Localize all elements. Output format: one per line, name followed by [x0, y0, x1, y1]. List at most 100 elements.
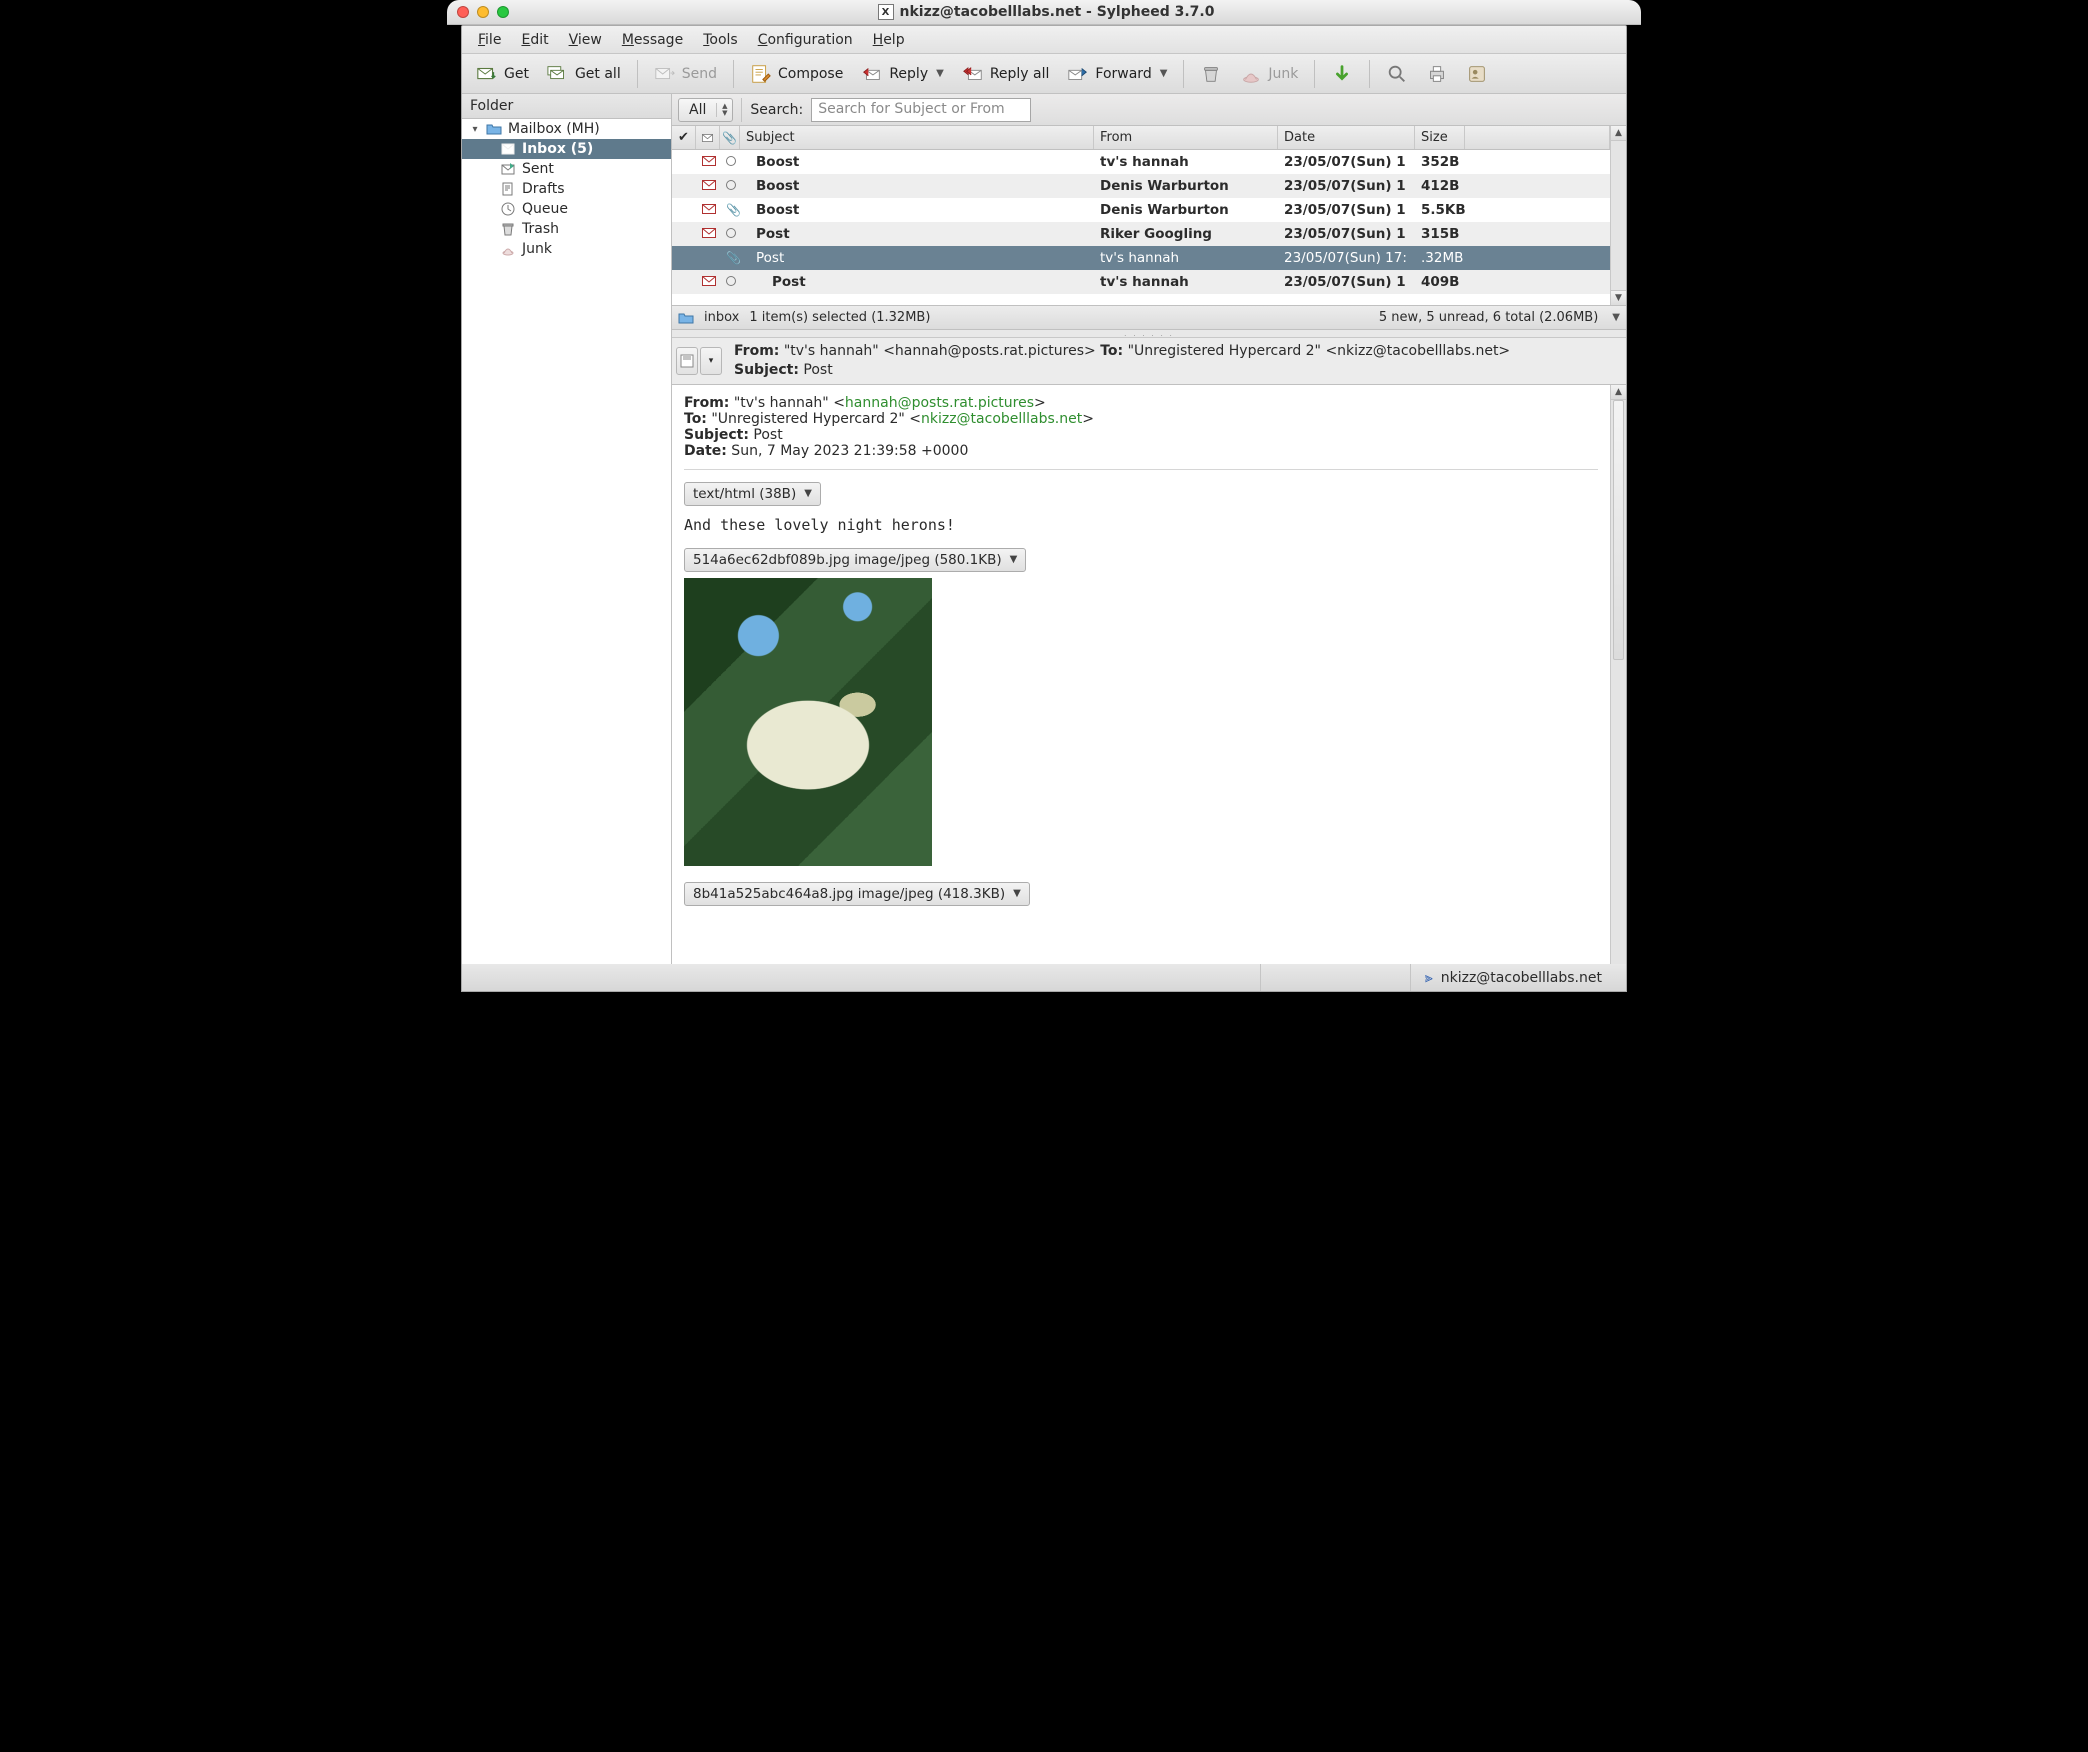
scroll-thumb[interactable]: [1613, 400, 1624, 660]
message-row[interactable]: 📎BoostDenis Warburton23/05/07(Sun) 15.5K…: [672, 198, 1610, 222]
app-window: File Edit View Message Tools Configurati…: [461, 25, 1627, 992]
chevron-down-icon: ▼: [1013, 888, 1021, 899]
trash-icon: [1200, 63, 1222, 85]
menu-tools[interactable]: Tools: [693, 26, 748, 53]
account-label[interactable]: nkizz@tacobelllabs.net: [1441, 970, 1602, 986]
splitter-handle[interactable]: . . . . . .: [672, 330, 1626, 338]
status-selection: 1 item(s) selected (1.32MB): [749, 310, 930, 325]
send-button[interactable]: Send: [646, 59, 725, 89]
message-scrollbar[interactable]: ▲ ▼: [1610, 385, 1626, 991]
trash-button[interactable]: [1192, 59, 1230, 89]
trash-icon: [500, 221, 516, 237]
tree-sent[interactable]: Sent: [462, 159, 671, 179]
message-row[interactable]: Boosttv's hannah23/05/07(Sun) 1352B: [672, 150, 1610, 174]
message-row[interactable]: 📎 ▾Posttv's hannah23/05/07(Sun) 17:.32MB: [672, 246, 1610, 270]
menu-view[interactable]: View: [559, 26, 612, 53]
menu-help[interactable]: Help: [863, 26, 915, 53]
envelope-right-icon: [654, 63, 676, 85]
menu-file[interactable]: File: [468, 26, 511, 53]
menu-edit[interactable]: Edit: [511, 26, 558, 53]
filter-bar: All ▲▼ Search: Search for Subject or Fro…: [672, 94, 1626, 126]
attachment-1-button[interactable]: 514a6ec62dbf089b.jpg image/jpeg (580.1KB…: [684, 548, 1026, 572]
sent-icon: [500, 161, 516, 177]
drafts-icon: [500, 181, 516, 197]
scroll-up-icon[interactable]: ▲: [1611, 385, 1626, 400]
to-address-link[interactable]: nkizz@tacobelllabs.net: [921, 411, 1082, 427]
tree-inbox[interactable]: Inbox (5): [462, 139, 671, 159]
get-button[interactable]: Get: [468, 59, 537, 89]
menu-message[interactable]: Message: [612, 26, 693, 53]
junk-icon: [1240, 63, 1262, 85]
replyall-button[interactable]: Reply all: [954, 59, 1058, 89]
col-subject[interactable]: Subject: [740, 126, 1094, 149]
addressbook-icon: [1466, 63, 1488, 85]
mime-part-button[interactable]: text/html (38B)▼: [684, 482, 821, 506]
from-address-link[interactable]: hannah@posts.rat.pictures: [845, 395, 1034, 411]
status-bar: ⫸ nkizz@tacobelllabs.net: [461, 964, 1627, 992]
next-button[interactable]: [1323, 59, 1361, 89]
message-row[interactable]: BoostDenis Warburton23/05/07(Sun) 1412B: [672, 174, 1610, 198]
chevron-down-icon[interactable]: ▼: [1160, 68, 1168, 79]
close-window-icon[interactable]: [457, 6, 469, 18]
arrow-down-icon: [1331, 63, 1353, 85]
print-button[interactable]: [1418, 59, 1456, 89]
scroll-down-icon[interactable]: ▼: [1611, 290, 1626, 305]
updown-icon: ▲▼: [716, 103, 732, 117]
search-icon: [1386, 63, 1408, 85]
list-header: ✔ 📎 Subject From Date Size: [672, 126, 1610, 150]
search-input[interactable]: Search for Subject or From: [811, 98, 1031, 122]
message-view[interactable]: From: "tv's hannah" <hannah@posts.rat.pi…: [672, 385, 1610, 991]
junk-button[interactable]: Junk: [1232, 59, 1306, 89]
search-button[interactable]: [1378, 59, 1416, 89]
message-row[interactable]: PostRiker Googling23/05/07(Sun) 1315B: [672, 222, 1610, 246]
toolbar: Get Get all Send Compose Reply▼: [462, 54, 1626, 94]
menu-configuration[interactable]: Configuration: [748, 26, 863, 53]
folder-sidebar: Folder ▾ Mailbox (MH) Inbox (5) Sent: [462, 94, 672, 991]
col-date[interactable]: Date: [1278, 126, 1415, 149]
online-icon[interactable]: ⫸: [1425, 970, 1433, 986]
tree-trash[interactable]: Trash: [462, 219, 671, 239]
save-msg-button[interactable]: [676, 347, 698, 375]
addressbook-button[interactable]: [1458, 59, 1496, 89]
scroll-up-icon[interactable]: ▲: [1611, 126, 1626, 141]
tree-queue[interactable]: Queue: [462, 199, 671, 219]
status-summary: 5 new, 5 unread, 6 total (2.06MB): [1379, 310, 1598, 325]
message-list[interactable]: ✔ 📎 Subject From Date Size Boosttv's han…: [672, 126, 1610, 305]
tree-junk[interactable]: Junk: [462, 239, 671, 259]
col-from[interactable]: From: [1094, 126, 1278, 149]
expand-icon[interactable]: ▾: [470, 124, 480, 135]
folder-open-icon: [486, 121, 502, 137]
message-body-text: And these lovely night herons!: [684, 516, 1598, 534]
list-scrollbar[interactable]: ▲ ▼: [1610, 126, 1626, 305]
col-size[interactable]: Size: [1415, 126, 1465, 149]
x11-app-icon: X: [878, 4, 894, 20]
filter-combo[interactable]: All ▲▼: [678, 98, 733, 122]
attachment-1-image[interactable]: [684, 578, 932, 866]
col-mail[interactable]: [696, 126, 720, 149]
col-read[interactable]: ✔: [672, 126, 696, 149]
macos-titlebar: X nkizz@tacobelllabs.net - Sylpheed 3.7.…: [447, 0, 1641, 25]
chevron-down-icon: ▼: [1010, 554, 1018, 565]
tree-root-mailbox[interactable]: ▾ Mailbox (MH): [462, 119, 671, 139]
reply-button[interactable]: Reply▼: [853, 59, 951, 89]
forward-button[interactable]: Forward▼: [1059, 59, 1175, 89]
queue-icon: [500, 201, 516, 217]
compose-icon: [750, 63, 772, 85]
envelopes-down-icon: [547, 63, 569, 85]
zoom-window-icon[interactable]: [497, 6, 509, 18]
attachment-2-button[interactable]: 8b41a525abc464a8.jpg image/jpeg (418.3KB…: [684, 882, 1030, 906]
folder-pane-header: Folder: [462, 94, 671, 119]
tree-drafts[interactable]: Drafts: [462, 179, 671, 199]
minimize-window-icon[interactable]: [477, 6, 489, 18]
reply-icon: [861, 63, 883, 85]
col-attachment[interactable]: 📎: [720, 126, 740, 149]
menubar: File Edit View Message Tools Configurati…: [462, 26, 1626, 54]
chevron-down-icon[interactable]: ▼: [1612, 312, 1620, 323]
compose-button[interactable]: Compose: [742, 59, 851, 89]
header-dropdown-button[interactable]: ▾: [700, 347, 722, 375]
header-summary: ▾ From: "tv's hannah" <hannah@posts.rat.…: [672, 338, 1626, 385]
folder-tree[interactable]: ▾ Mailbox (MH) Inbox (5) Sent Draf: [462, 119, 671, 991]
chevron-down-icon[interactable]: ▼: [936, 68, 944, 79]
getall-button[interactable]: Get all: [539, 59, 629, 89]
message-row[interactable]: Posttv's hannah23/05/07(Sun) 1409B: [672, 270, 1610, 294]
